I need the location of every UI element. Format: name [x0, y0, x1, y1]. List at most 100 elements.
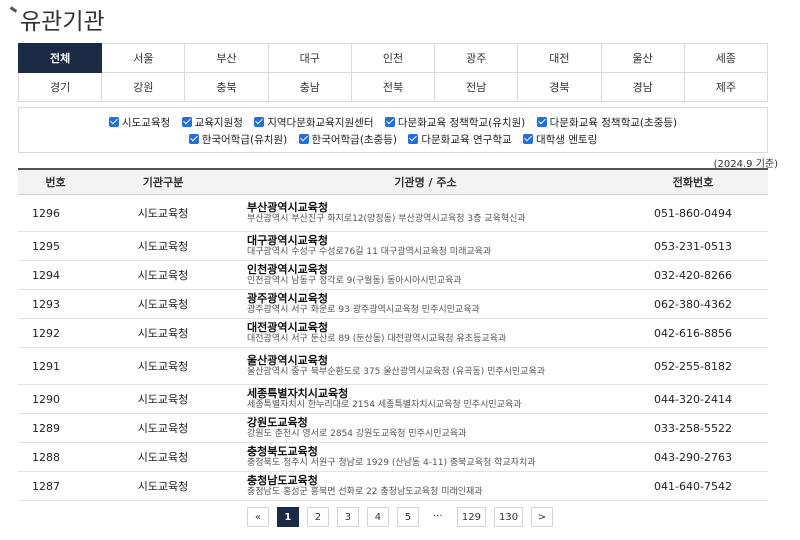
region-tab-gyeonggi[interactable]: 경기 [17, 72, 103, 102]
page-button-129[interactable]: 129 [456, 507, 486, 527]
table-row[interactable]: 1287 시도교육청 충청남도교육청 충청남도 홍성군 홍북면 선화로 22 충청… [18, 471, 768, 501]
page-button-2[interactable]: 2 [306, 507, 329, 527]
region-tab-daejeon[interactable]: 대전 [517, 43, 602, 73]
org-name-link[interactable]: 충청북도교육청 [247, 446, 618, 458]
region-tab-seoul[interactable]: 서울 [101, 43, 186, 73]
table-row[interactable]: 1291 시도교육청 울산광역시교육청 울산광역시 중구 북부순환도로 375 울… [18, 347, 768, 385]
org-name-link[interactable]: 부산광역시교육청 [247, 202, 618, 214]
row-number: 1294 [18, 260, 93, 290]
region-tab-incheon[interactable]: 인천 [350, 43, 436, 73]
row-type: 시도교육청 [93, 413, 233, 443]
row-type: 시도교육청 [93, 194, 233, 232]
checkbox-checked-icon[interactable] [536, 117, 547, 127]
row-type: 시도교육청 [93, 260, 233, 290]
org-name-link[interactable]: 광주광역시교육청 [247, 293, 618, 305]
filter-checkbox-korean-class-kindergarten[interactable]: 한국어학급(유치원) [188, 132, 288, 147]
region-tab-gwangju[interactable]: 광주 [434, 43, 519, 73]
row-org: 충청북도교육청 충청북도 청주시 서원구 청남로 1929 (산남동 4-11) … [233, 442, 618, 472]
row-org: 울산광역시교육청 울산광역시 중구 북부순환도로 375 울산광역시교육청 (유곡… [233, 347, 618, 385]
page-button-4[interactable]: 4 [366, 507, 389, 527]
page-button-1[interactable]: 1 [276, 507, 299, 527]
org-name-link[interactable]: 대전광역시교육청 [247, 322, 618, 334]
pagination: « 1 2 3 4 5 ··· 129 130 > [0, 507, 800, 529]
page-button-3[interactable]: 3 [336, 507, 359, 527]
row-phone: 042-616-8856 [618, 318, 768, 348]
table-row[interactable]: 1288 시도교육청 충청북도교육청 충청북도 청주시 서원구 청남로 1929 … [18, 442, 768, 472]
column-header-name-address: 기관명 / 주소 [233, 168, 618, 195]
row-org: 강원도교육청 강원도 춘천시 영서로 2854 강원도교육청 민주시민교육과 [233, 413, 618, 443]
row-number: 1296 [18, 194, 93, 232]
row-org: 대전광역시교육청 대전광역시 서구 둔산로 89 (둔산동) 대전광역시교육청 유… [233, 318, 618, 348]
org-address: 광주광역시 서구 화운로 93 광주광역시교육청 민주시민교육과 [247, 305, 480, 315]
region-tab-all[interactable]: 전체 [17, 43, 103, 73]
filter-checkbox-korean-class-school[interactable]: 한국어학급(초중등) [298, 132, 397, 147]
filter-checkbox-policy-school[interactable]: 다문화교육 정책학교(초중등) [536, 115, 678, 130]
region-tabs: 전체 서울 부산 대구 인천 광주 대전 울산 세종 경기 강원 충북 충남 전… [17, 43, 769, 102]
row-type: 시도교육청 [93, 442, 233, 472]
row-phone: 062-380-4362 [618, 289, 768, 319]
org-address: 강원도 춘천시 영서로 2854 강원도교육청 민주시민교육과 [247, 429, 467, 439]
region-tab-jeonnam[interactable]: 전남 [434, 72, 519, 102]
table-row[interactable]: 1294 시도교육청 인천광역시교육청 인천광역시 남동구 정각로 9(구월동) … [18, 260, 768, 290]
region-tab-jeonbuk[interactable]: 전북 [350, 72, 436, 102]
region-tab-chungnam[interactable]: 충남 [267, 72, 352, 102]
filter-checkbox-research-school[interactable]: 다문화교육 연구학교 [408, 132, 512, 147]
region-row-1: 전체 서울 부산 대구 인천 광주 대전 울산 세종 [17, 43, 769, 73]
row-type: 시도교육청 [93, 289, 233, 319]
table-row[interactable]: 1289 시도교육청 강원도교육청 강원도 춘천시 영서로 2854 강원도교육청… [18, 413, 768, 443]
row-phone: 052-255-8182 [618, 347, 768, 385]
filter-checkbox-provincial-office[interactable]: 시도교육청 [108, 115, 170, 130]
table-row[interactable]: 1293 시도교육청 광주광역시교육청 광주광역시 서구 화운로 93 광주광역시… [18, 289, 768, 319]
filter-checkbox-district-office[interactable]: 교육지원청 [181, 115, 243, 130]
row-org: 부산광역시교육청 부산광역시 부산진구 화지로12(양정동) 부산광역시교육청 3… [233, 194, 618, 232]
org-name-link[interactable]: 세종특별자치시교육청 [247, 388, 618, 400]
checkbox-checked-icon[interactable] [408, 134, 419, 144]
org-address: 부산광역시 부산진구 화지로12(양정동) 부산광역시교육청 3층 교육혁신과 [247, 214, 526, 224]
row-phone: 041-640-7542 [618, 471, 768, 501]
org-name-link[interactable]: 인천광역시교육청 [247, 264, 618, 276]
row-phone: 053-231-0513 [618, 231, 768, 261]
org-name-link[interactable]: 울산광역시교육청 [247, 355, 618, 367]
row-number: 1287 [18, 471, 93, 501]
table-row[interactable]: 1295 시도교육청 대구광역시교육청 대구광역시 수성구 수성로76길 11 대… [18, 231, 768, 261]
next-page-button[interactable]: > [531, 507, 554, 527]
checkbox-checked-icon[interactable] [384, 117, 395, 127]
checkbox-checked-icon[interactable] [254, 117, 265, 127]
table-row[interactable]: 1296 시도교육청 부산광역시교육청 부산광역시 부산진구 화지로12(양정동)… [18, 194, 768, 232]
table-row[interactable]: 1290 시도교육청 세종특별자치시교육청 세종특별자치시 한누리대로 2154 … [18, 384, 768, 414]
row-phone: 043-290-2763 [618, 442, 768, 472]
region-tab-jeju[interactable]: 제주 [683, 72, 769, 102]
row-org: 충청남도교육청 충청남도 홍성군 홍북면 선화로 22 충청남도교육청 미래인재과 [233, 471, 618, 501]
row-type: 시도교육청 [93, 384, 233, 414]
page-button-5[interactable]: 5 [396, 507, 419, 527]
row-number: 1290 [18, 384, 93, 414]
filter-checkbox-mentoring[interactable]: 대학생 멘토링 [522, 132, 597, 147]
region-tab-busan[interactable]: 부산 [184, 43, 269, 73]
region-tab-gyeongbuk[interactable]: 경북 [517, 72, 602, 102]
checkbox-checked-icon[interactable] [188, 134, 199, 144]
prev-page-button[interactable]: « [246, 507, 269, 527]
region-tab-chungbuk[interactable]: 충북 [184, 72, 269, 102]
filter-checkbox-policy-kindergarten[interactable]: 다문화교육 정책학교(유치원) [384, 115, 525, 130]
filter-label: 다문화교육 정책학교(초중등) [549, 117, 678, 129]
checkbox-checked-icon[interactable] [522, 134, 533, 144]
region-tab-gangwon[interactable]: 강원 [101, 72, 186, 102]
org-name-link[interactable]: 대구광역시교육청 [247, 235, 618, 247]
region-tab-sejong[interactable]: 세종 [683, 43, 769, 73]
table-row[interactable]: 1292 시도교육청 대전광역시교육청 대전광역시 서구 둔산로 89 (둔산동)… [18, 318, 768, 348]
region-tab-ulsan[interactable]: 울산 [600, 43, 685, 73]
region-tab-daegu[interactable]: 대구 [267, 43, 352, 73]
org-address: 충청북도 청주시 서원구 청남로 1929 (산남동 4-11) 충북교육청 학… [247, 458, 536, 468]
filter-checkbox-multicultural-center[interactable]: 지역다문화교육지원센터 [254, 115, 373, 130]
org-name-link[interactable]: 충청남도교육청 [247, 475, 618, 487]
region-tab-gyeongnam[interactable]: 경남 [600, 72, 685, 102]
page-button-130[interactable]: 130 [494, 507, 524, 527]
row-type: 시도교육청 [93, 471, 233, 501]
checkbox-checked-icon[interactable] [108, 117, 119, 127]
filter-label: 한국어학급(유치원) [201, 134, 288, 146]
org-name-link[interactable]: 강원도교육청 [247, 417, 618, 429]
checkbox-checked-icon[interactable] [298, 134, 309, 144]
table-header-row: 번호 기관구분 기관명 / 주소 전화번호 [18, 168, 768, 195]
row-number: 1293 [18, 289, 93, 319]
checkbox-checked-icon[interactable] [181, 117, 192, 127]
